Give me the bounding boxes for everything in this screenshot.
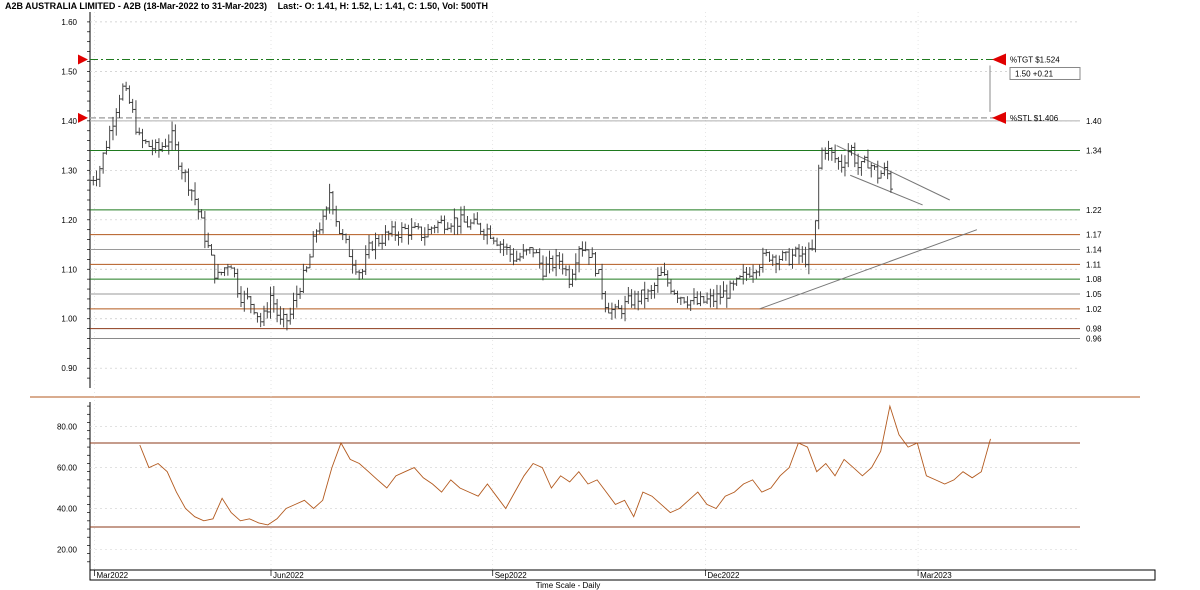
osc-tick-label: 20.00 <box>57 546 78 555</box>
time-axis-frame <box>89 569 1156 581</box>
x-tick-label: Sep2022 <box>495 571 528 580</box>
oscillator-line <box>139 404 991 526</box>
price-tick-label: 1.00 <box>61 315 77 324</box>
level-label: 1.02 <box>1086 305 1102 314</box>
x-tick-label: Mar2023 <box>920 571 952 580</box>
level-label: 0.96 <box>1086 335 1102 344</box>
price-chart[interactable]: 1.60 1.50 1.40 1.30 1.20 1.10 1.00 0.90 Mar2022 J… <box>0 0 1200 590</box>
level-label: 1.40 <box>1086 117 1102 126</box>
change-label: 1.50 +0.21 <box>1015 69 1054 78</box>
level-label: 0.98 <box>1086 325 1102 334</box>
price-tick-label: 1.40 <box>61 117 77 126</box>
level-label: 1.17 <box>1086 231 1102 240</box>
trend-line <box>836 145 950 201</box>
stop-label: %STL $1.406 <box>1010 114 1059 123</box>
osc-tick-label: 80.00 <box>57 423 78 432</box>
price-tick-label: 1.60 <box>61 18 77 27</box>
level-label: 1.08 <box>1086 275 1102 284</box>
level-label: 1.34 <box>1086 147 1102 156</box>
price-tick-label: 1.20 <box>61 216 77 225</box>
trend-line <box>850 174 923 206</box>
target-left-arrow <box>78 54 88 65</box>
osc-tick-label: 40.00 <box>57 505 78 514</box>
target-right-arrow <box>992 53 1006 66</box>
target-label: %TGT $1.524 <box>1010 55 1060 64</box>
level-label: 1.11 <box>1086 260 1102 269</box>
trend-line <box>759 229 978 310</box>
x-axis-title: Time Scale - Daily <box>536 581 601 590</box>
x-tick-label: Jun2022 <box>273 571 304 580</box>
stop-left-arrow <box>78 112 88 123</box>
x-tick-label: Dec2022 <box>707 571 740 580</box>
level-label: 1.14 <box>1086 245 1102 254</box>
stop-right-arrow <box>992 111 1006 124</box>
x-tick-label: Mar2022 <box>97 571 129 580</box>
level-label: 1.22 <box>1086 206 1102 215</box>
level-label: 1.05 <box>1086 290 1102 299</box>
price-tick-label: 0.90 <box>61 364 77 373</box>
osc-tick-label: 60.00 <box>57 464 78 473</box>
price-tick-label: 1.50 <box>61 67 77 76</box>
price-tick-label: 1.10 <box>61 265 77 274</box>
price-tick-label: 1.30 <box>61 166 77 175</box>
